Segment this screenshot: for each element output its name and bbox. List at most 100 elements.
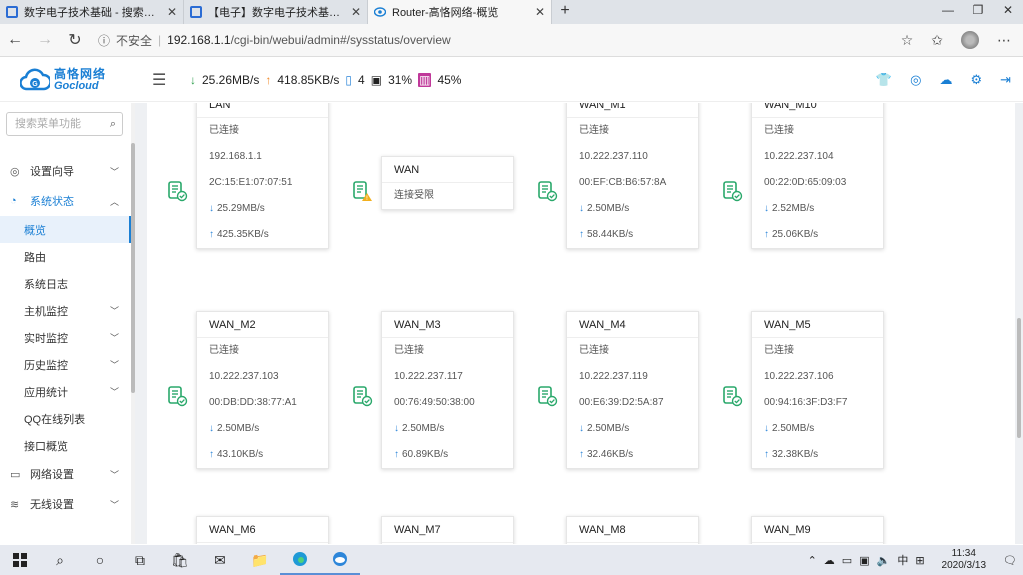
interface-mac-text: 00:22:0D:65:09:03 xyxy=(764,177,847,188)
more-menu-icon[interactable]: ⋯ xyxy=(997,32,1011,49)
interface-card-lan[interactable]: LAN 已连接 192.168.1.1 2C:15:E1:07:07:51 ↓ 25.29… xyxy=(196,103,329,249)
favorites-list-icon[interactable]: ✩ xyxy=(931,32,943,49)
interface-status: 已连接 xyxy=(752,338,883,364)
interface-name-text: LAN xyxy=(209,103,231,111)
skin-tshirt-icon[interactable]: 👕 xyxy=(876,72,892,88)
download-rate-text: 25.29MB/s xyxy=(217,203,265,214)
tray-expand-icon[interactable]: ⌃ xyxy=(808,554,817,567)
cloud-app-icon[interactable] xyxy=(320,545,360,575)
search-icon[interactable]: ⌕ xyxy=(40,545,80,575)
interface-status: 已连接 xyxy=(197,338,328,364)
edge-browser-icon[interactable] xyxy=(280,545,320,575)
interface-card-wan_m9[interactable]: WAN_M9 xyxy=(751,516,884,544)
browser-tab-3[interactable]: Router-高恪网络-概览 ✕ xyxy=(368,0,552,24)
svg-text:G: G xyxy=(32,81,38,88)
interface-card-wan_m2[interactable]: WAN_M2 已连接 10.222.237.103 00:DB:DD:38:77:A1… xyxy=(196,311,329,469)
sidebar-item-8[interactable]: 应用统计 ﹀ xyxy=(0,378,131,405)
interface-card-wan_m10[interactable]: WAN_M10 已连接 10.222.237.104 00:22:0D:65:09:0… xyxy=(751,103,884,249)
interface-card-wan_m4[interactable]: WAN_M4 已连接 10.222.237.119 00:E6:39:D2:5A:87… xyxy=(566,311,699,469)
favorite-star-icon[interactable]: ☆ xyxy=(901,32,914,49)
clock[interactable]: 11:34 2020/3/13 xyxy=(942,548,987,572)
download-rate: ↓ 25.29MB/s xyxy=(197,196,328,222)
download-arrow-icon: ↓ xyxy=(579,203,584,214)
chevron-down-icon: ﹀ xyxy=(109,387,119,397)
settings-gear-icon[interactable]: ⚙ xyxy=(970,72,982,88)
tray-app-icon[interactable]: ▭ xyxy=(842,554,852,567)
upload-rate-text: 43.10KB/s xyxy=(217,449,264,460)
sidebar-item-10[interactable]: 接口概览 xyxy=(0,432,131,459)
logo-text-en: Gocloud xyxy=(54,79,99,92)
interface-name-text: WAN_M8 xyxy=(579,524,626,536)
interface-card-wan[interactable]: WAN 连接受限 xyxy=(381,156,514,210)
globe-language-icon[interactable]: ◎ xyxy=(910,72,921,88)
main-scroll-thumb[interactable] xyxy=(1017,318,1021,438)
profile-avatar-icon[interactable] xyxy=(961,31,979,49)
ime-mode-icon[interactable]: ⊞ xyxy=(915,554,924,567)
interface-name: WAN_M5 xyxy=(752,312,883,338)
tab-close-icon[interactable]: ✕ xyxy=(535,5,545,19)
sidebar-item-0[interactable]: ◎ 设置向导 ﹀ xyxy=(0,156,131,186)
gocloud-logo[interactable]: G 高恪网络 Gocloud xyxy=(0,67,138,93)
interface-card-wan_m6[interactable]: WAN_M6 xyxy=(196,516,329,544)
sidebar-item-3[interactable]: 路由 xyxy=(0,243,131,270)
security-label: 不安全 xyxy=(116,33,153,48)
interface-card-wan_m3[interactable]: WAN_M3 已连接 10.222.237.117 00:76:49:50:38:00… xyxy=(381,311,514,469)
interface-mac: 2C:15:E1:07:07:51 xyxy=(197,170,328,196)
address-bar: ← → ↻ ⓘ 不安全 | 192.168.1.1/cgi-bin/webui/… xyxy=(0,24,1023,57)
sidebar-item-5[interactable]: 主机监控 ﹀ xyxy=(0,297,131,324)
sidebar-item-2[interactable]: 概览 xyxy=(0,216,131,243)
sidebar-item-9[interactable]: QQ在线列表 xyxy=(0,405,131,432)
main-scrollbar[interactable] xyxy=(1015,103,1023,544)
sidebar-item-1[interactable]: ◔ 系统状态 ︿ xyxy=(0,186,131,216)
interface-status-text: 已连接 xyxy=(209,345,239,356)
info-icon[interactable]: ⓘ xyxy=(98,32,110,49)
volume-icon[interactable]: 🔈 xyxy=(877,554,891,567)
upload-arrow-icon: ↑ xyxy=(579,229,584,240)
windows-start-icon[interactable] xyxy=(0,545,40,575)
chevron-down-icon: ﹀ xyxy=(109,499,119,510)
store-icon[interactable]: 🛍 xyxy=(160,545,200,575)
chevron-down-icon: ﹀ xyxy=(109,166,119,177)
new-tab-button[interactable]: + xyxy=(552,0,578,24)
search-icon[interactable]: ⌕ xyxy=(110,113,116,135)
url-field[interactable]: ⓘ 不安全 | 192.168.1.1/cgi-bin/webui/admin#… xyxy=(98,32,901,49)
tab-favicon-icon xyxy=(190,6,202,18)
interface-card-wan_m1[interactable]: WAN_M1 已连接 10.222.237.110 00:EF:CB:B6:57:8A… xyxy=(566,103,699,249)
chevron-down-icon: ﹀ xyxy=(109,469,119,480)
browser-tab-2[interactable]: 【电子】数字电子技术基础 清华 ✕ xyxy=(184,0,368,24)
mail-icon[interactable]: ✉ xyxy=(200,545,240,575)
tab-close-icon[interactable]: ✕ xyxy=(167,5,177,19)
close-window-icon[interactable]: ✕ xyxy=(993,0,1023,22)
sidebar-search-input[interactable]: 搜索菜单功能 ⌕ xyxy=(6,112,123,136)
folder-icon[interactable]: 📁 xyxy=(240,545,280,575)
svg-text:!: ! xyxy=(366,195,368,202)
cortana-icon[interactable]: ○ xyxy=(80,545,120,575)
interface-mac: 00:EF:CB:B6:57:8A xyxy=(567,170,698,196)
notification-icon[interactable]: 🗨 xyxy=(1003,554,1017,567)
interface-card-wan_m8[interactable]: WAN_M8 xyxy=(566,516,699,544)
back-icon[interactable]: ← xyxy=(0,31,30,49)
interface-status: 已连接 xyxy=(567,338,698,364)
interface-card-wan_m5[interactable]: WAN_M5 已连接 10.222.237.106 00:94:16:3F:D3:F7… xyxy=(751,311,884,469)
interface-status-text: 已连接 xyxy=(394,345,424,356)
sidebar-item-12[interactable]: ≋ 无线设置 ﹀ xyxy=(0,489,131,519)
cloud-upload-icon[interactable]: ☁ xyxy=(939,72,952,88)
ime-indicator[interactable]: 中 xyxy=(897,552,908,568)
onedrive-icon[interactable]: ☁ xyxy=(824,554,835,567)
browser-tab-1[interactable]: 数字电子技术基础 - 搜索结果 - M ✕ xyxy=(0,0,184,24)
sidebar-item-label: 概览 xyxy=(24,224,46,237)
logout-icon[interactable]: ⇥ xyxy=(1000,72,1011,88)
restore-icon[interactable]: ❐ xyxy=(963,0,993,22)
interface-card-wan_m7[interactable]: WAN_M7 xyxy=(381,516,514,544)
task-view-icon[interactable]: ⧉ xyxy=(120,545,160,575)
forward-icon[interactable]: → xyxy=(30,31,60,49)
tab-close-icon[interactable]: ✕ xyxy=(351,5,361,19)
menu-toggle-icon[interactable]: ☰ xyxy=(152,70,172,90)
minimize-icon[interactable]: — xyxy=(933,0,963,22)
sidebar-item-7[interactable]: 历史监控 ﹀ xyxy=(0,351,131,378)
refresh-icon[interactable]: ↻ xyxy=(60,30,90,50)
network-icon[interactable]: ▣ xyxy=(859,554,869,567)
sidebar-item-4[interactable]: 系统日志 xyxy=(0,270,131,297)
sidebar-item-11[interactable]: ▭ 网络设置 ﹀ xyxy=(0,459,131,489)
sidebar-item-6[interactable]: 实时监控 ﹀ xyxy=(0,324,131,351)
